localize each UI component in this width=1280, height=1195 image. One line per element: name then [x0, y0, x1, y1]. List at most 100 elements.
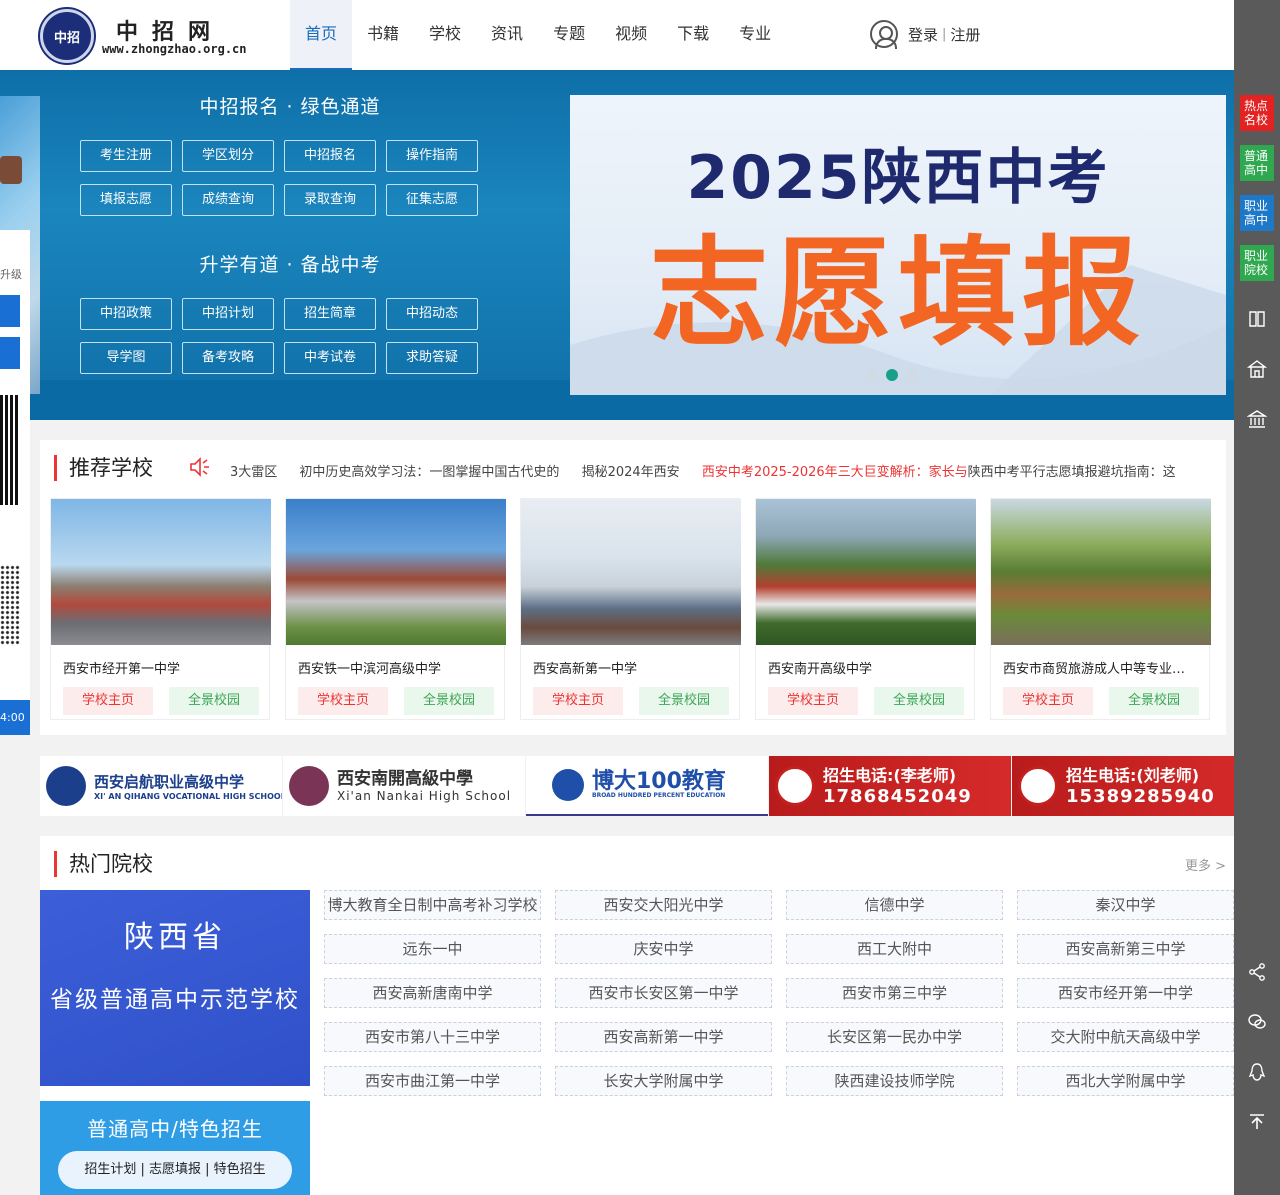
promo-banner[interactable]: 陕西省 省级普通高中示范学校	[40, 890, 310, 1086]
hot-school-link[interactable]: 西安高新第三中学	[1017, 934, 1234, 964]
btn-solicit[interactable]: 征集志愿	[386, 184, 478, 216]
user-icon[interactable]	[870, 20, 898, 49]
ticker-item[interactable]: 初中历史高效学习法：一图掌握中国古代史的	[299, 465, 559, 480]
nav-majors[interactable]: 专业	[724, 0, 786, 70]
gaokao-link-plan[interactable]: 招生计划	[84, 1162, 136, 1177]
carousel-dot[interactable]	[906, 369, 918, 381]
btn-strategy[interactable]: 备考攻略	[182, 342, 274, 374]
school-panorama-button[interactable]: 全景校园	[169, 687, 259, 715]
ad-nankai[interactable]: 西安南開高級中學 Xi'an Nankai High School	[283, 756, 525, 816]
gaokao-link-volunteer[interactable]: 志愿填报	[149, 1162, 201, 1177]
school-name[interactable]: 西安高新第一中学	[521, 645, 739, 677]
school-home-button[interactable]: 学校主页	[533, 687, 623, 715]
carousel-dot[interactable]	[866, 369, 878, 381]
wechat-icon[interactable]	[1247, 1012, 1267, 1032]
school-panorama-button[interactable]: 全景校园	[874, 687, 964, 715]
school-photo[interactable]	[286, 499, 506, 645]
hot-school-link[interactable]: 西安市曲江第一中学	[324, 1066, 541, 1096]
institution-icon[interactable]	[1247, 409, 1267, 429]
nav-books[interactable]: 书籍	[352, 0, 414, 70]
btn-plan[interactable]: 中招计划	[182, 298, 274, 330]
btn-apply[interactable]: 中招报名	[284, 140, 376, 172]
nav-schools[interactable]: 学校	[414, 0, 476, 70]
ad-qihang[interactable]: 西安启航职业高级中学 XI' AN QIHANG VOCATIONAL HIGH …	[40, 756, 282, 816]
sidebar-vocational-high[interactable]: 职业高中	[1240, 195, 1274, 231]
left-panel-button[interactable]	[0, 295, 20, 327]
btn-brochure[interactable]: 招生简章	[284, 298, 376, 330]
btn-admission[interactable]: 录取查询	[284, 184, 376, 216]
share-icon[interactable]	[1247, 962, 1267, 982]
school-photo[interactable]	[521, 499, 741, 645]
school-home-button[interactable]: 学校主页	[298, 687, 388, 715]
btn-district[interactable]: 学区划分	[182, 140, 274, 172]
nav-topics[interactable]: 专题	[538, 0, 600, 70]
hot-school-link[interactable]: 陕西建设技师学院	[786, 1066, 1003, 1096]
btn-news[interactable]: 中招动态	[386, 298, 478, 330]
gaokao-title[interactable]: 普通高中/特色招生	[40, 1113, 310, 1142]
ad-boda[interactable]: 博大100教育 BROAD HUNDRED PERCENT EDUCATION	[526, 756, 768, 816]
school-panorama-button[interactable]: 全景校园	[639, 687, 729, 715]
school-panorama-button[interactable]: 全景校园	[404, 687, 494, 715]
hot-school-link[interactable]: 秦汉中学	[1017, 890, 1234, 920]
school-name[interactable]: 西安南开高级中学	[756, 645, 974, 677]
carousel-dot-active[interactable]	[886, 369, 898, 381]
ticker-item-highlight[interactable]: 西安中考2025-2026年三大巨变解析：家长与	[702, 465, 968, 480]
sidebar-hot-schools[interactable]: 热点名校	[1240, 95, 1274, 131]
nav-videos[interactable]: 视频	[600, 0, 662, 70]
hot-school-link[interactable]: 西安市长安区第一中学	[555, 978, 772, 1008]
btn-score[interactable]: 成绩查询	[182, 184, 274, 216]
school-home-button[interactable]: 学校主页	[768, 687, 858, 715]
book-icon[interactable]	[1247, 309, 1267, 329]
ad-phone-li[interactable]: 招生电话:(李老师) 17868452049	[769, 756, 1011, 816]
btn-volunteer[interactable]: 填报志愿	[80, 184, 172, 216]
hot-school-link[interactable]: 远东一中	[324, 934, 541, 964]
btn-register[interactable]: 考生注册	[80, 140, 172, 172]
school-photo[interactable]	[51, 499, 271, 645]
sidebar-general-high[interactable]: 普通高中	[1240, 145, 1274, 181]
register-link[interactable]: 注册	[950, 24, 980, 45]
more-link[interactable]: 更多 >	[1185, 855, 1226, 874]
hot-school-link[interactable]: 西安高新唐南中学	[324, 978, 541, 1008]
nav-home[interactable]: 首页	[290, 0, 353, 70]
school-home-button[interactable]: 学校主页	[1003, 687, 1093, 715]
site-logo[interactable]: 中招	[40, 9, 94, 63]
school-photo[interactable]	[991, 499, 1211, 645]
hot-school-link[interactable]: 交大附中航天高级中学	[1017, 1022, 1234, 1052]
ticker-item[interactable]: 揭秘2024年西安	[582, 465, 680, 480]
hot-school-link[interactable]: 西安市第三中学	[786, 978, 1003, 1008]
hot-school-link[interactable]: 长安区第一民办中学	[786, 1022, 1003, 1052]
gaokao-link-special[interactable]: 特色招生	[214, 1162, 266, 1177]
ad-phone-liu[interactable]: 招生电话:(刘老师) 15389285940	[1012, 756, 1254, 816]
btn-help[interactable]: 求助答疑	[386, 342, 478, 374]
hero-slide[interactable]: 2025陕西中考 志愿填报	[570, 95, 1226, 395]
school-name[interactable]: 西安市商贸旅游成人中等专业学校	[991, 645, 1209, 677]
hot-school-link[interactable]: 西安交大阳光中学	[555, 890, 772, 920]
qq-icon[interactable]	[1247, 1062, 1267, 1082]
hot-school-link[interactable]: 西工大附中	[786, 934, 1003, 964]
btn-guide[interactable]: 操作指南	[386, 140, 478, 172]
nav-news[interactable]: 资讯	[476, 0, 538, 70]
hot-school-link[interactable]: 长安大学附属中学	[555, 1066, 772, 1096]
left-panel-button[interactable]	[0, 337, 20, 369]
hot-school-link[interactable]: 博大教育全日制中高考补习学校	[324, 890, 541, 920]
btn-papers[interactable]: 中考试卷	[284, 342, 376, 374]
hot-school-link[interactable]: 西安市第八十三中学	[324, 1022, 541, 1052]
btn-map[interactable]: 导学图	[80, 342, 172, 374]
school-name[interactable]: 西安铁一中滨河高级中学	[286, 645, 504, 677]
school-home-button[interactable]: 学校主页	[63, 687, 153, 715]
school-panorama-button[interactable]: 全景校园	[1109, 687, 1199, 715]
school-name[interactable]: 西安市经开第一中学	[51, 645, 269, 677]
hot-school-link[interactable]: 西安高新第一中学	[555, 1022, 772, 1052]
hot-school-link[interactable]: 西安市经开第一中学	[1017, 978, 1234, 1008]
login-link[interactable]: 登录	[908, 24, 938, 45]
school-photo[interactable]	[756, 499, 976, 645]
hot-school-link[interactable]: 庆安中学	[555, 934, 772, 964]
sidebar-vocational-college[interactable]: 职业院校	[1240, 245, 1274, 281]
school-building-icon[interactable]	[1247, 359, 1267, 379]
hot-school-link[interactable]: 信德中学	[786, 890, 1003, 920]
nav-downloads[interactable]: 下载	[662, 0, 724, 70]
btn-policy[interactable]: 中招政策	[80, 298, 172, 330]
ticker-item[interactable]: 陕西中考平行志愿填报避坑指南：这	[968, 465, 1176, 480]
hot-school-link[interactable]: 西北大学附属中学	[1017, 1066, 1234, 1096]
back-to-top-icon[interactable]	[1247, 1112, 1267, 1132]
